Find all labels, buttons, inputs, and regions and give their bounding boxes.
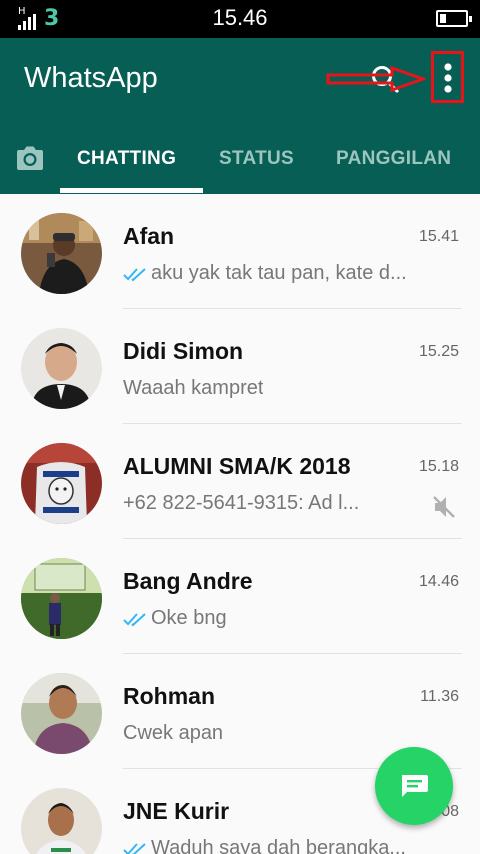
chat-preview-text: Oke bng: [151, 607, 227, 629]
avatar[interactable]: [21, 328, 102, 409]
chat-preview-text: Waduh saya dah berangka...: [151, 837, 406, 854]
chat-name: ALUMNI SMA/K 2018: [123, 453, 351, 479]
avatar[interactable]: [21, 788, 102, 854]
avatar[interactable]: [21, 673, 102, 754]
app-bar: WhatsApp CHATTING STATUS PANGGILAN: [0, 38, 480, 194]
chat-time: 15.25: [418, 343, 459, 360]
avatar[interactable]: [21, 558, 102, 639]
chat-preview: Oke bng: [123, 607, 463, 630]
app-title: WhatsApp: [24, 62, 158, 94]
camera-icon[interactable]: [14, 144, 46, 172]
chat-row[interactable]: Bang Andre 14.46 Oke bng: [0, 539, 480, 654]
read-ticks-icon: [123, 267, 146, 281]
chat-time: 15.18: [418, 458, 459, 475]
new-chat-icon: [402, 775, 428, 797]
avatar[interactable]: [21, 213, 102, 294]
read-ticks-icon: [123, 842, 146, 854]
read-ticks-icon: [123, 612, 146, 626]
chat-time: 15.41: [418, 228, 459, 245]
active-tab-indicator: [60, 188, 203, 193]
battery-icon: [436, 10, 472, 27]
new-chat-button[interactable]: [375, 747, 453, 825]
chat-preview-text: aku yak tak tau pan, kate d...: [151, 262, 407, 284]
status-bar: H 3 15.46: [0, 0, 480, 38]
tab-panggilan[interactable]: PANGGILAN: [336, 148, 451, 170]
tab-bar: CHATTING STATUS PANGGILAN: [0, 134, 480, 194]
chat-name: Bang Andre: [123, 568, 253, 594]
chat-preview-text: Cwek apan: [123, 722, 224, 744]
tab-status[interactable]: STATUS: [219, 148, 294, 170]
chat-preview: +62 822-5641-9315: Ad l...: [123, 492, 423, 515]
chat-preview: Waduh saya dah berangka...: [123, 837, 463, 854]
chat-row[interactable]: Afan 15.41 aku yak tak tau pan, kate d..…: [0, 194, 480, 309]
chat-preview-text: +62 822-5641-9315: Ad l...: [123, 492, 360, 514]
chat-preview: Cwek apan: [123, 722, 463, 745]
annotation-highlight-box: [431, 51, 464, 103]
status-time: 15.46: [212, 5, 268, 30]
chat-name: Afan: [123, 223, 175, 249]
battery-level: [440, 14, 446, 23]
chat-name: Rohman: [123, 683, 215, 709]
chat-name: Didi Simon: [123, 338, 244, 364]
chat-preview-text: Waaah kampret: [123, 377, 264, 399]
chat-time: 11.36: [420, 688, 459, 705]
muted-speaker-icon: [433, 496, 455, 518]
tab-chatting[interactable]: CHATTING: [77, 148, 176, 170]
avatar[interactable]: [21, 443, 102, 524]
chat-preview: aku yak tak tau pan, kate d...: [123, 262, 463, 285]
chat-name: JNE Kurir: [123, 798, 230, 824]
chat-row[interactable]: Didi Simon 15.25 Waaah kampret: [0, 309, 480, 424]
chat-preview: Waaah kampret: [123, 377, 463, 400]
chat-row[interactable]: ALUMNI SMA/K 2018 15.18 +62 822-5641-931…: [0, 424, 480, 539]
chat-time: 14.46: [418, 573, 459, 590]
annotation-arrow-icon: [326, 66, 426, 92]
